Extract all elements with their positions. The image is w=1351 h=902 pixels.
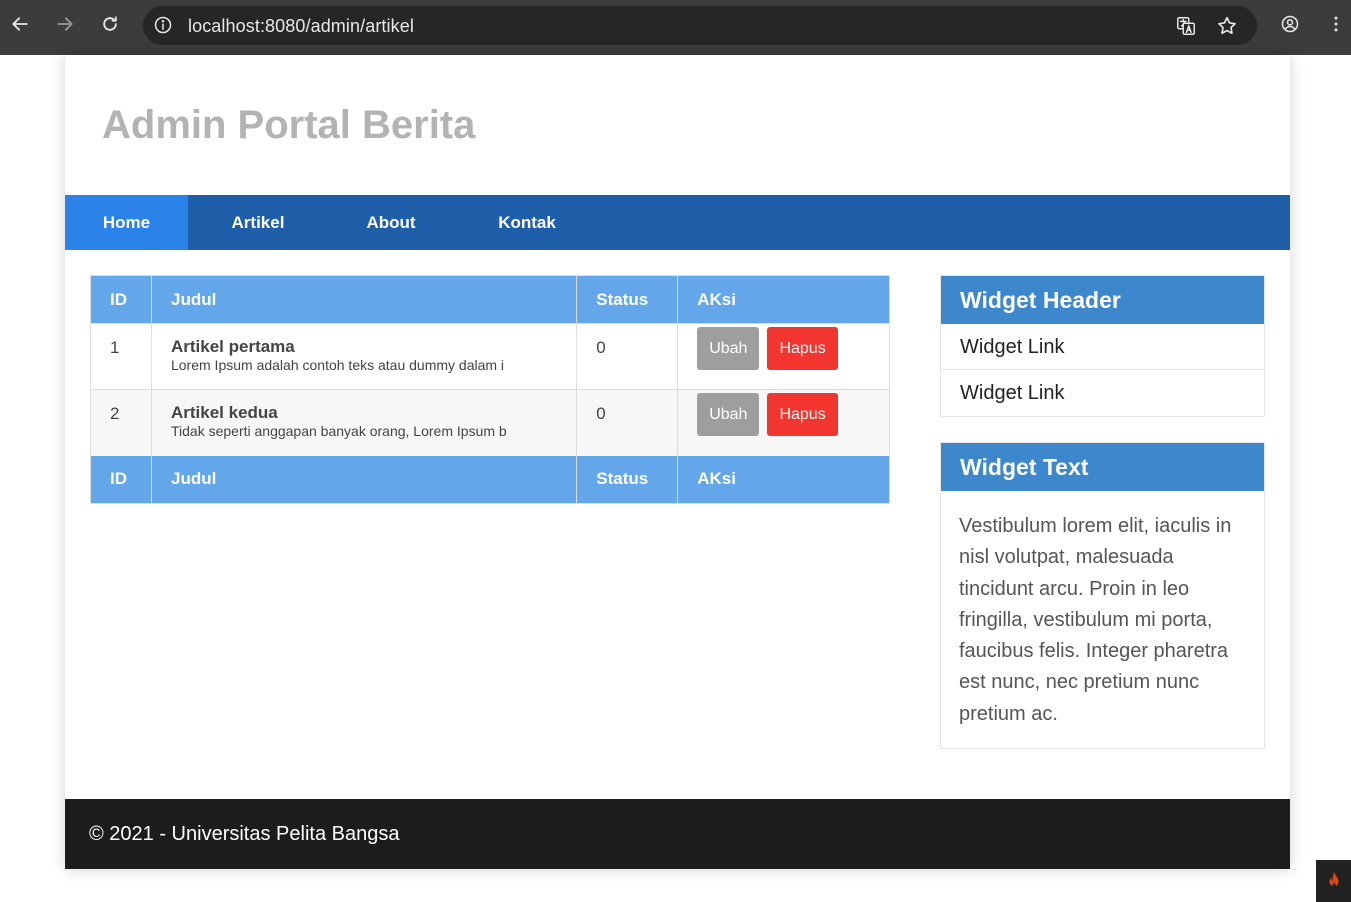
col-header-judul: Judul (151, 275, 578, 324)
page-footer: © 2021 - Universitas Pelita Bangsa (65, 799, 1290, 869)
address-url[interactable]: localhost:8080/admin/artikel (188, 16, 414, 37)
article-title: Artikel pertama (170, 337, 295, 356)
widget-link[interactable]: Widget Link (941, 324, 1264, 370)
cell-aksi: Ubah Hapus (677, 389, 890, 456)
menu-dots-icon[interactable] (1322, 10, 1350, 38)
col-header-aksi: AKsi (677, 275, 890, 324)
table-row: 2 Artikel kedua Tidak seperti anggapan b… (90, 389, 890, 456)
widget-links: Widget Header Widget Link Widget Link (940, 275, 1265, 417)
article-desc: Tidak seperti anggapan banyak orang, Lor… (170, 423, 507, 439)
delete-button[interactable]: Hapus (767, 327, 838, 370)
back-arrow-icon[interactable] (6, 10, 34, 38)
browser-toolbar: localhost:8080/admin/artikel (0, 0, 1351, 55)
profile-icon[interactable] (1276, 10, 1304, 38)
delete-button[interactable]: Hapus (767, 393, 838, 436)
cell-judul: Artikel kedua Tidak seperti anggapan ban… (151, 389, 578, 456)
nav-item-home[interactable]: Home (65, 195, 188, 250)
table-row: 1 Artikel pertama Lorem Ipsum adalah con… (90, 323, 890, 390)
site-info-icon[interactable] (152, 14, 174, 36)
address-bar[interactable]: localhost:8080/admin/artikel (143, 6, 1257, 45)
cell-status: 0 (576, 323, 679, 390)
col-footer-status: Status (576, 455, 679, 504)
widget-header: Widget Text (941, 443, 1264, 491)
widget-link[interactable]: Widget Link (941, 370, 1264, 416)
article-title: Artikel kedua (170, 403, 278, 422)
widget-body-text: Vestibulum lorem elit, iaculis in nisl v… (959, 515, 1232, 725)
cell-status: 0 (576, 389, 679, 456)
article-table: ID Judul Status AKsi 1 Artikel pertama L… (90, 275, 890, 504)
col-footer-aksi: AKsi (677, 455, 890, 504)
translate-icon[interactable] (1175, 15, 1197, 37)
col-footer-judul: Judul (151, 455, 578, 504)
widget-header: Widget Header (941, 276, 1264, 324)
page-container: Admin Portal Berita Home Artikel About K… (65, 55, 1290, 869)
cell-aksi: Ubah Hapus (677, 323, 890, 390)
article-desc: Lorem Ipsum adalah contoh teks atau dumm… (170, 357, 505, 373)
nav-item-kontak[interactable]: Kontak (479, 195, 575, 250)
forward-arrow-icon[interactable] (51, 10, 79, 38)
reload-icon[interactable] (96, 10, 124, 38)
col-header-id: ID (90, 275, 152, 324)
edit-button[interactable]: Ubah (697, 327, 760, 370)
bookmark-star-icon[interactable] (1216, 15, 1238, 37)
table-header-row: ID Judul Status AKsi (90, 275, 890, 324)
cell-id: 2 (90, 389, 152, 456)
nav-item-about[interactable]: About (345, 195, 437, 250)
site-title: Admin Portal Berita (102, 103, 476, 147)
cell-judul: Artikel pertama Lorem Ipsum adalah conto… (151, 323, 578, 390)
nav-item-artikel[interactable]: Artikel (210, 195, 306, 250)
col-header-status: Status (576, 275, 679, 324)
col-footer-id: ID (90, 455, 152, 504)
codeigniter-flame-icon[interactable] (1316, 860, 1351, 902)
widget-text-box: Widget Text Vestibulum lorem elit, iacul… (940, 442, 1265, 750)
main-nav: Home Artikel About Kontak (65, 195, 1290, 250)
cell-id: 1 (90, 323, 152, 390)
edit-button[interactable]: Ubah (697, 393, 760, 436)
table-footer-row: ID Judul Status AKsi (90, 455, 890, 504)
